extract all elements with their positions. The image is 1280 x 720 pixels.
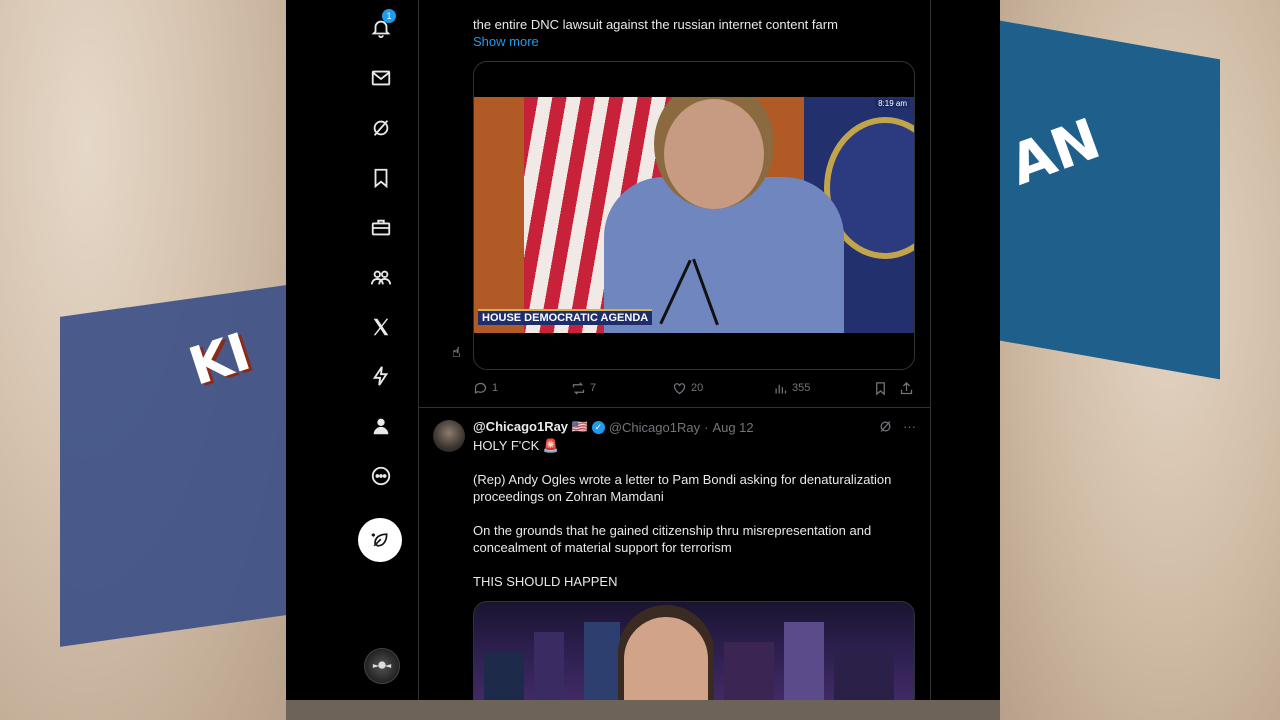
background-left: KI xyxy=(0,0,300,720)
messages-icon[interactable] xyxy=(368,65,394,91)
reply-button[interactable]: 1 xyxy=(473,381,498,396)
repost-icon xyxy=(572,381,585,395)
mouse-cursor-icon: ☝ xyxy=(452,344,461,360)
tweet-actions: 1 7 20 355 xyxy=(473,378,913,398)
background-right: AN xyxy=(1000,0,1280,720)
sidebar-nav: 1 xyxy=(286,0,419,700)
author-handle[interactable]: @Chicago1Ray xyxy=(609,420,700,435)
tweet-video[interactable]: 8:19 am HOUSE DEMOCRATIC AGENDA xyxy=(473,61,915,370)
bookmarks-icon[interactable] xyxy=(368,165,394,191)
reply-count: 1 xyxy=(492,382,499,394)
repost-button[interactable]: 7 xyxy=(571,381,596,396)
author-avatar[interactable] xyxy=(433,420,465,452)
jobs-icon[interactable] xyxy=(368,215,394,241)
compose-feather-icon xyxy=(371,533,388,547)
notifications-icon[interactable]: 1 xyxy=(368,9,396,41)
app-window: 1 the entire DNC lawsuit against the rus… xyxy=(286,0,1000,700)
share-button[interactable] xyxy=(899,381,914,396)
tweet-text: the entire DNC lawsuit against the russi… xyxy=(473,17,838,32)
tweet-divider xyxy=(419,407,930,408)
video-frame: 8:19 am HOUSE DEMOCRATIC AGENDA xyxy=(474,97,914,333)
views-button[interactable]: 355 xyxy=(773,381,810,396)
profile-icon[interactable] xyxy=(368,413,394,439)
verified-badge-icon: ✓ xyxy=(591,420,605,434)
video-chyron: HOUSE DEMOCRATIC AGENDA xyxy=(478,309,653,325)
bookmark-icon xyxy=(876,381,885,395)
person-face xyxy=(624,617,708,700)
share-icon xyxy=(900,381,913,394)
heart-icon xyxy=(673,382,686,394)
author-display-name[interactable]: @Chicago1Ray 🇺🇸 xyxy=(473,419,588,435)
skull-wings-icon xyxy=(372,661,392,669)
timeline-feed: the entire DNC lawsuit against the russi… xyxy=(419,0,931,700)
views-count: 355 xyxy=(792,382,811,394)
more-icon[interactable] xyxy=(368,463,394,489)
communities-icon[interactable] xyxy=(368,265,394,291)
bookmark-button[interactable] xyxy=(873,381,888,396)
tweet-line-2: (Rep) Andy Ogles wrote a letter to Pam B… xyxy=(473,472,892,504)
show-more-link[interactable]: Show more xyxy=(473,33,539,50)
grok-icon[interactable] xyxy=(878,419,893,437)
tweet-line-3: On the grounds that he gained citizenshi… xyxy=(473,523,872,555)
lightning-icon[interactable] xyxy=(368,363,394,389)
compose-button[interactable] xyxy=(358,518,402,562)
tweet-image[interactable] xyxy=(473,601,915,700)
notification-badge: 1 xyxy=(382,9,396,23)
tweet-date[interactable]: Aug 12 xyxy=(712,420,753,435)
tweet-header: @Chicago1Ray 🇺🇸 ✓ @Chicago1Ray · Aug 12 xyxy=(473,419,754,435)
tweet-line-1: HOLY F'CK 🚨 xyxy=(473,438,560,453)
views-icon xyxy=(775,384,787,393)
account-avatar[interactable] xyxy=(364,648,400,684)
more-options-icon[interactable]: ··· xyxy=(903,419,916,437)
like-count: 20 xyxy=(691,382,704,394)
grok-icon[interactable] xyxy=(368,115,394,141)
tweet-options: ··· xyxy=(878,419,916,437)
tweet-line-4: THIS SHOULD HAPPEN xyxy=(473,574,618,589)
x-logo-icon[interactable] xyxy=(368,314,394,340)
like-button[interactable]: 20 xyxy=(672,381,703,396)
reply-icon xyxy=(474,382,487,394)
repost-count: 7 xyxy=(590,382,597,394)
video-timestamp: 8:19 am xyxy=(875,99,910,108)
header-separator: · xyxy=(704,419,709,435)
